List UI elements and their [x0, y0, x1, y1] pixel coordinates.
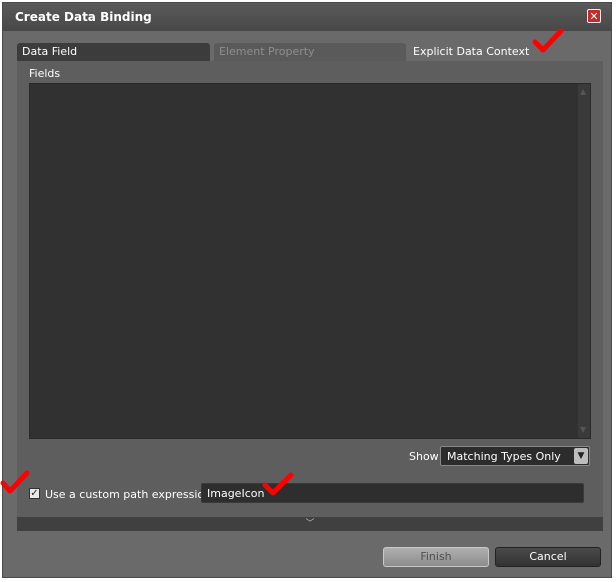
custom-path-label: Use a custom path expression [45, 488, 212, 501]
close-button[interactable]: ✕ [587, 9, 601, 23]
custom-path-input[interactable]: ImageIcon [201, 483, 584, 503]
tab-element-property: Element Property [214, 43, 406, 61]
fields-list[interactable]: ▲ ▼ [29, 83, 591, 439]
scroll-down-icon[interactable]: ▼ [580, 426, 586, 434]
create-data-binding-dialog: Create Data Binding ✕ Data Field Element… [2, 2, 612, 578]
tab-data-field[interactable]: Data Field [17, 43, 210, 61]
custom-path-checkbox[interactable]: ✓ [29, 488, 40, 499]
title-bar: Create Data Binding ✕ [3, 3, 611, 31]
scroll-up-icon[interactable]: ▲ [580, 88, 586, 96]
red-checkmark-icon [262, 472, 294, 496]
tab-content-panel: Fields ▲ ▼ Show Matching Types Only ▼ ✓ … [17, 61, 603, 517]
expander-chevron-icon[interactable]: ﹀ [305, 519, 314, 529]
dialog-title: Create Data Binding [15, 10, 152, 24]
chevron-down-icon[interactable]: ▼ [574, 448, 588, 464]
red-checkmark-icon [0, 470, 30, 494]
fields-label: Fields [29, 67, 61, 80]
vertical-scrollbar[interactable]: ▲ ▼ [578, 84, 590, 438]
show-label: Show [409, 450, 439, 463]
finish-button[interactable]: Finish [383, 547, 489, 567]
red-checkmark-icon [532, 28, 564, 53]
tab-explicit-data-context[interactable]: Explicit Data Context [408, 43, 606, 61]
checkmark-glyph: ✓ [30, 488, 39, 499]
cancel-button[interactable]: Cancel [495, 547, 601, 567]
show-filter-value: Matching Types Only [447, 450, 561, 463]
expander-bar[interactable]: ﹀ [17, 517, 603, 531]
show-filter-select[interactable]: Matching Types Only ▼ [440, 446, 590, 466]
close-icon: ✕ [589, 10, 599, 23]
